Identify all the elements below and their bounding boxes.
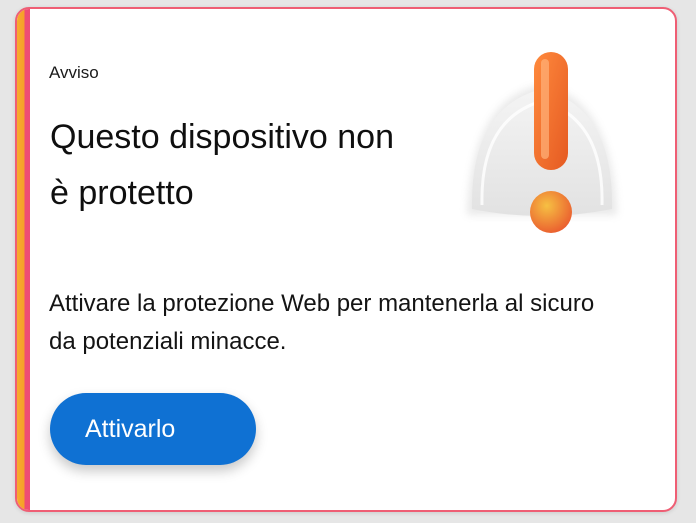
alert-description: Attivare la protezione Web per mantenerl… bbox=[49, 290, 595, 355]
bell-alert-icon bbox=[442, 37, 632, 242]
alert-card: Avviso Questo dispositivo non è protetto bbox=[15, 7, 677, 512]
alert-eyebrow: Avviso bbox=[49, 63, 99, 82]
alert-title: Questo dispositivo non è protetto bbox=[50, 118, 394, 212]
accent-bar bbox=[17, 9, 30, 510]
activate-button[interactable]: Attivarlo bbox=[50, 393, 256, 465]
